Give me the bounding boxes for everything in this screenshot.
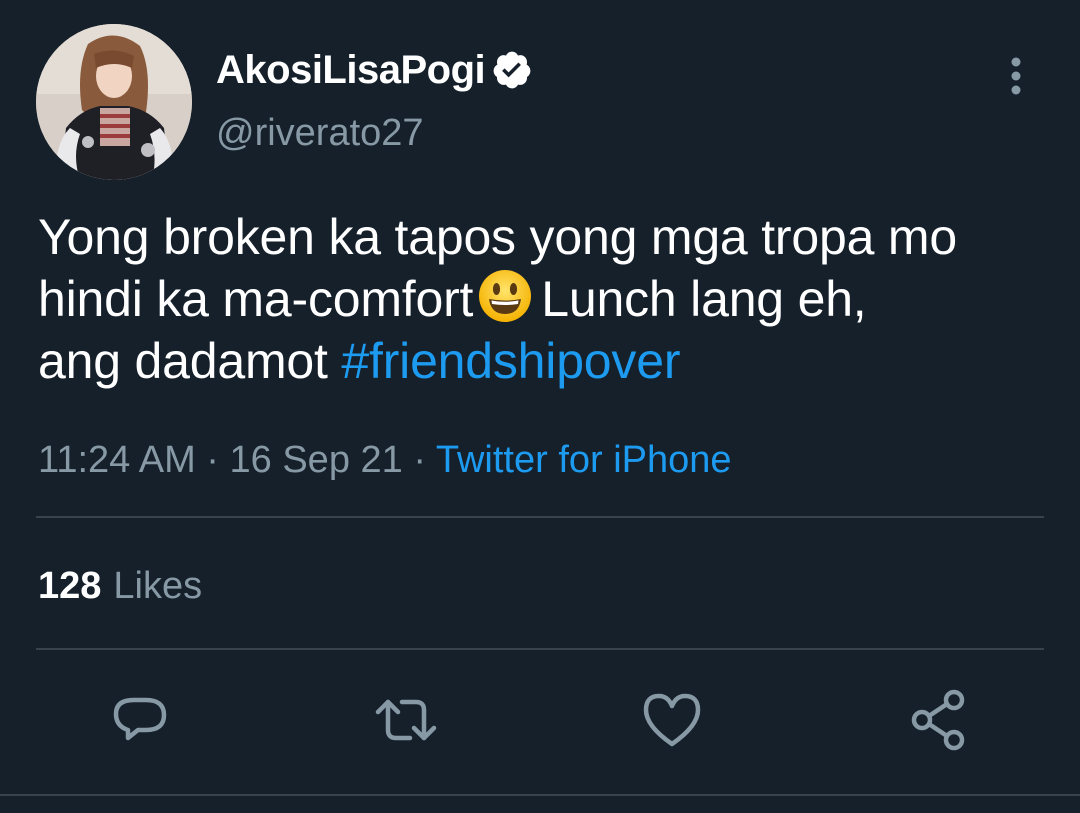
tweet-meta: 11:24 AM · 16 Sep 21 · Twitter for iPhon… [38,432,732,488]
tweet-text-line-2b: Lunch lang eh, [541,271,867,327]
heart-icon[interactable] [640,688,704,752]
tweet-source-link[interactable]: Twitter for iPhone [436,439,732,481]
tweet-date[interactable]: 16 Sep 21 [230,439,403,481]
meta-separator: · [413,439,426,481]
tweet-text-line-3: ang dadamot [38,333,328,389]
likes-stat[interactable]: 128 Likes [38,558,202,614]
smiling-face-emoji-icon [477,268,533,324]
avatar[interactable] [36,24,192,180]
user-name-row[interactable]: AkosiLisaPogi [216,44,533,96]
divider [36,516,1044,518]
share-icon[interactable] [906,688,970,752]
likes-label: Likes [113,565,203,607]
divider [36,648,1044,650]
divider [0,794,1080,796]
tweet-detail: AkosiLisaPogi @riverato27 Yong broken ka… [0,0,1080,813]
retweet-icon[interactable] [374,688,438,752]
reply-icon[interactable] [108,688,172,752]
tweet-text-line-1: Yong broken ka tapos yong mga tropa mo [38,209,957,265]
more-vertical-icon[interactable] [996,52,1036,100]
tweet-text: Yong broken ka tapos yong mga tropa mo h… [38,206,1048,392]
verified-badge-icon [491,49,533,91]
meta-separator: · [206,439,219,481]
tweet-text-line-2a: hindi ka ma-comfort [38,271,474,327]
tweet-time[interactable]: 11:24 AM [38,439,196,481]
user-handle[interactable]: @riverato27 [216,108,424,158]
display-name[interactable]: AkosiLisaPogi [216,44,486,96]
hashtag-link[interactable]: #friendshipover [341,333,680,389]
likes-count: 128 [38,565,102,607]
